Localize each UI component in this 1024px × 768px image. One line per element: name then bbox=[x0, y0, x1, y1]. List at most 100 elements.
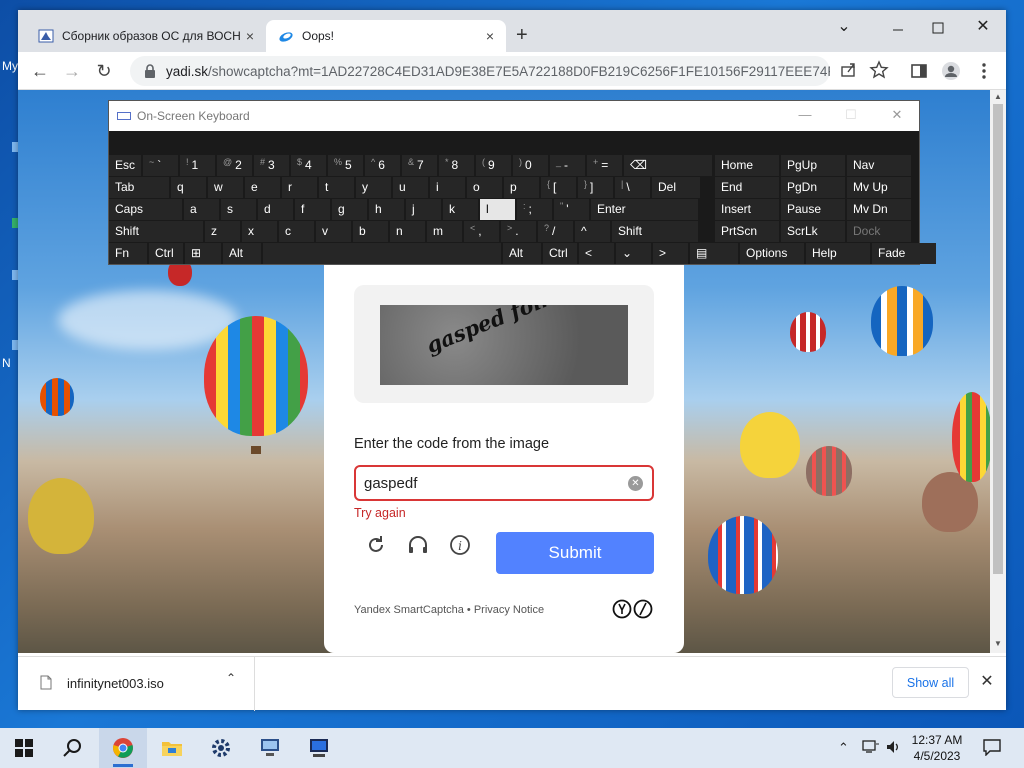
captcha-code-input[interactable] bbox=[354, 465, 654, 501]
volume-icon[interactable] bbox=[885, 739, 901, 755]
osk-key[interactable]: <, bbox=[464, 221, 499, 242]
osk-key[interactable]: ScrLk bbox=[781, 221, 845, 242]
file-explorer-icon[interactable] bbox=[160, 736, 184, 760]
osk-close-icon[interactable]: ✕ bbox=[887, 107, 907, 123]
vertical-scrollbar[interactable]: ▲ ▼ bbox=[990, 90, 1006, 653]
osk-key[interactable]: Ctrl bbox=[149, 243, 183, 264]
osk-key[interactable]: | \ bbox=[615, 177, 650, 198]
osk-key[interactable]: v bbox=[316, 221, 351, 242]
osk-key[interactable]: Options bbox=[740, 243, 804, 264]
osk-key[interactable]: < bbox=[579, 243, 614, 264]
osk-key[interactable]: Alt bbox=[223, 243, 261, 264]
osk-key[interactable]: PgDn bbox=[781, 177, 845, 198]
osk-key[interactable]: ⌫ bbox=[624, 155, 712, 176]
osk-key[interactable]: h bbox=[369, 199, 404, 220]
search-icon[interactable] bbox=[60, 736, 84, 760]
osk-key[interactable]: ~ ` bbox=[143, 155, 178, 176]
osk-key[interactable]: " ' bbox=[554, 199, 589, 220]
new-tab-button[interactable]: + bbox=[516, 24, 528, 47]
captcha-footer-links[interactable]: Yandex SmartCaptcha • Privacy Notice bbox=[354, 604, 544, 616]
osk-key[interactable]: z bbox=[205, 221, 240, 242]
osk-key[interactable]: > bbox=[653, 243, 688, 264]
scroll-down-arrow-icon[interactable]: ▼ bbox=[994, 639, 1002, 648]
tray-overflow-chevron-icon[interactable]: ⌃ bbox=[838, 740, 849, 756]
osk-key[interactable]: j bbox=[406, 199, 441, 220]
settings-gear-icon[interactable] bbox=[209, 736, 233, 760]
bookmark-star-icon[interactable] bbox=[868, 59, 890, 81]
refresh-captcha-icon[interactable] bbox=[364, 533, 388, 557]
osk-key[interactable]: Mv Up bbox=[847, 177, 911, 198]
osk-key[interactable]: Pause bbox=[781, 199, 845, 220]
osk-key[interactable]: {[ bbox=[541, 177, 576, 198]
osk-key[interactable]: ^ bbox=[575, 221, 610, 242]
osk-key[interactable]: e bbox=[245, 177, 280, 198]
osk-key[interactable]: @2 bbox=[217, 155, 252, 176]
maximize-icon[interactable] bbox=[915, 18, 961, 38]
osk-key[interactable]: Fn bbox=[109, 243, 147, 264]
osk-key[interactable]: Help bbox=[806, 243, 870, 264]
info-icon[interactable]: i bbox=[448, 533, 472, 557]
download-options-chevron-icon[interactable]: ⌃ bbox=[223, 671, 239, 691]
osk-key[interactable]: q bbox=[171, 177, 206, 198]
osk-key[interactable]: Ctrl bbox=[543, 243, 577, 264]
osk-key[interactable]: :; bbox=[517, 199, 552, 220]
osk-key[interactable]: Dock bbox=[847, 221, 911, 242]
osk-key[interactable]: Mv Dn bbox=[847, 199, 911, 220]
osk-titlebar[interactable]: On-Screen Keyboard — ☐ ✕ bbox=[109, 101, 919, 131]
osk-key[interactable]: ? / bbox=[538, 221, 573, 242]
osk-key[interactable]: y bbox=[356, 177, 391, 198]
tab-oops[interactable]: Oops! × bbox=[266, 20, 506, 52]
notifications-icon[interactable] bbox=[982, 738, 1002, 756]
close-window-icon[interactable]: ✕ bbox=[960, 16, 1006, 36]
back-button[interactable]: ← bbox=[28, 59, 52, 83]
osk-key[interactable]: PgUp bbox=[781, 155, 845, 176]
desktop-icon-label[interactable]: N bbox=[2, 356, 11, 370]
osk-key[interactable]: o bbox=[467, 177, 502, 198]
start-windows-icon[interactable] bbox=[12, 736, 36, 760]
osk-key[interactable]: * 8 bbox=[439, 155, 474, 176]
tab-os-images[interactable]: Сборник образов ОС для ВОСН × bbox=[26, 20, 266, 52]
osk-key[interactable]: b bbox=[353, 221, 388, 242]
osk-key[interactable]: PrtScn bbox=[715, 221, 779, 242]
osk-key[interactable]: i bbox=[430, 177, 465, 198]
share-icon[interactable] bbox=[838, 59, 860, 81]
osk-key[interactable]: ) 0 bbox=[513, 155, 548, 176]
osk-key[interactable]: n bbox=[390, 221, 425, 242]
desktop-icon-label[interactable]: My bbox=[2, 59, 18, 73]
close-tab-icon[interactable]: × bbox=[480, 28, 500, 44]
clear-input-icon[interactable]: ✕ bbox=[628, 476, 643, 491]
osk-key[interactable]: Esc bbox=[109, 155, 141, 176]
osk-key[interactable]: w bbox=[208, 177, 243, 198]
osk-key[interactable]: Insert bbox=[715, 199, 779, 220]
osk-key[interactable]: g bbox=[332, 199, 367, 220]
profile-avatar-icon[interactable] bbox=[940, 60, 962, 82]
close-download-bar-icon[interactable]: ✕ bbox=[979, 671, 995, 691]
osk-key[interactable]: Alt bbox=[503, 243, 541, 264]
address-bar[interactable]: yadi.sk/showcaptcha?mt=1AD22728C4ED31AD9… bbox=[130, 56, 830, 86]
forward-button[interactable]: → bbox=[60, 59, 84, 83]
osk-key[interactable]: t bbox=[319, 177, 354, 198]
osk-key[interactable]: c bbox=[279, 221, 314, 242]
network-computer-icon[interactable] bbox=[258, 736, 282, 760]
osk-key[interactable]: (9 bbox=[476, 155, 511, 176]
osk-maximize-icon[interactable]: ☐ bbox=[841, 107, 861, 123]
osk-key[interactable]: + = bbox=[587, 155, 622, 176]
network-icon[interactable] bbox=[862, 739, 880, 755]
side-panel-icon[interactable] bbox=[908, 60, 930, 82]
osk-key[interactable] bbox=[263, 243, 501, 264]
osk-key[interactable]: ^ 6 bbox=[365, 155, 400, 176]
osk-key[interactable]: Del bbox=[652, 177, 700, 198]
osk-key[interactable]: l bbox=[480, 199, 515, 220]
scroll-up-arrow-icon[interactable]: ▲ bbox=[994, 92, 1002, 101]
osk-key[interactable]: & 7 bbox=[402, 155, 437, 176]
osk-key[interactable]: k bbox=[443, 199, 478, 220]
osk-key[interactable]: #3 bbox=[254, 155, 289, 176]
osk-key[interactable]: p bbox=[504, 177, 539, 198]
osk-key[interactable]: s bbox=[221, 199, 256, 220]
show-all-downloads-button[interactable]: Show all bbox=[892, 667, 969, 698]
audio-captcha-headphones-icon[interactable] bbox=[406, 533, 430, 557]
menu-kebab-icon[interactable] bbox=[973, 60, 995, 82]
reload-button[interactable]: ↻ bbox=[92, 59, 116, 83]
osk-key[interactable]: ! 1 bbox=[180, 155, 215, 176]
osk-minimize-icon[interactable]: — bbox=[795, 107, 815, 122]
